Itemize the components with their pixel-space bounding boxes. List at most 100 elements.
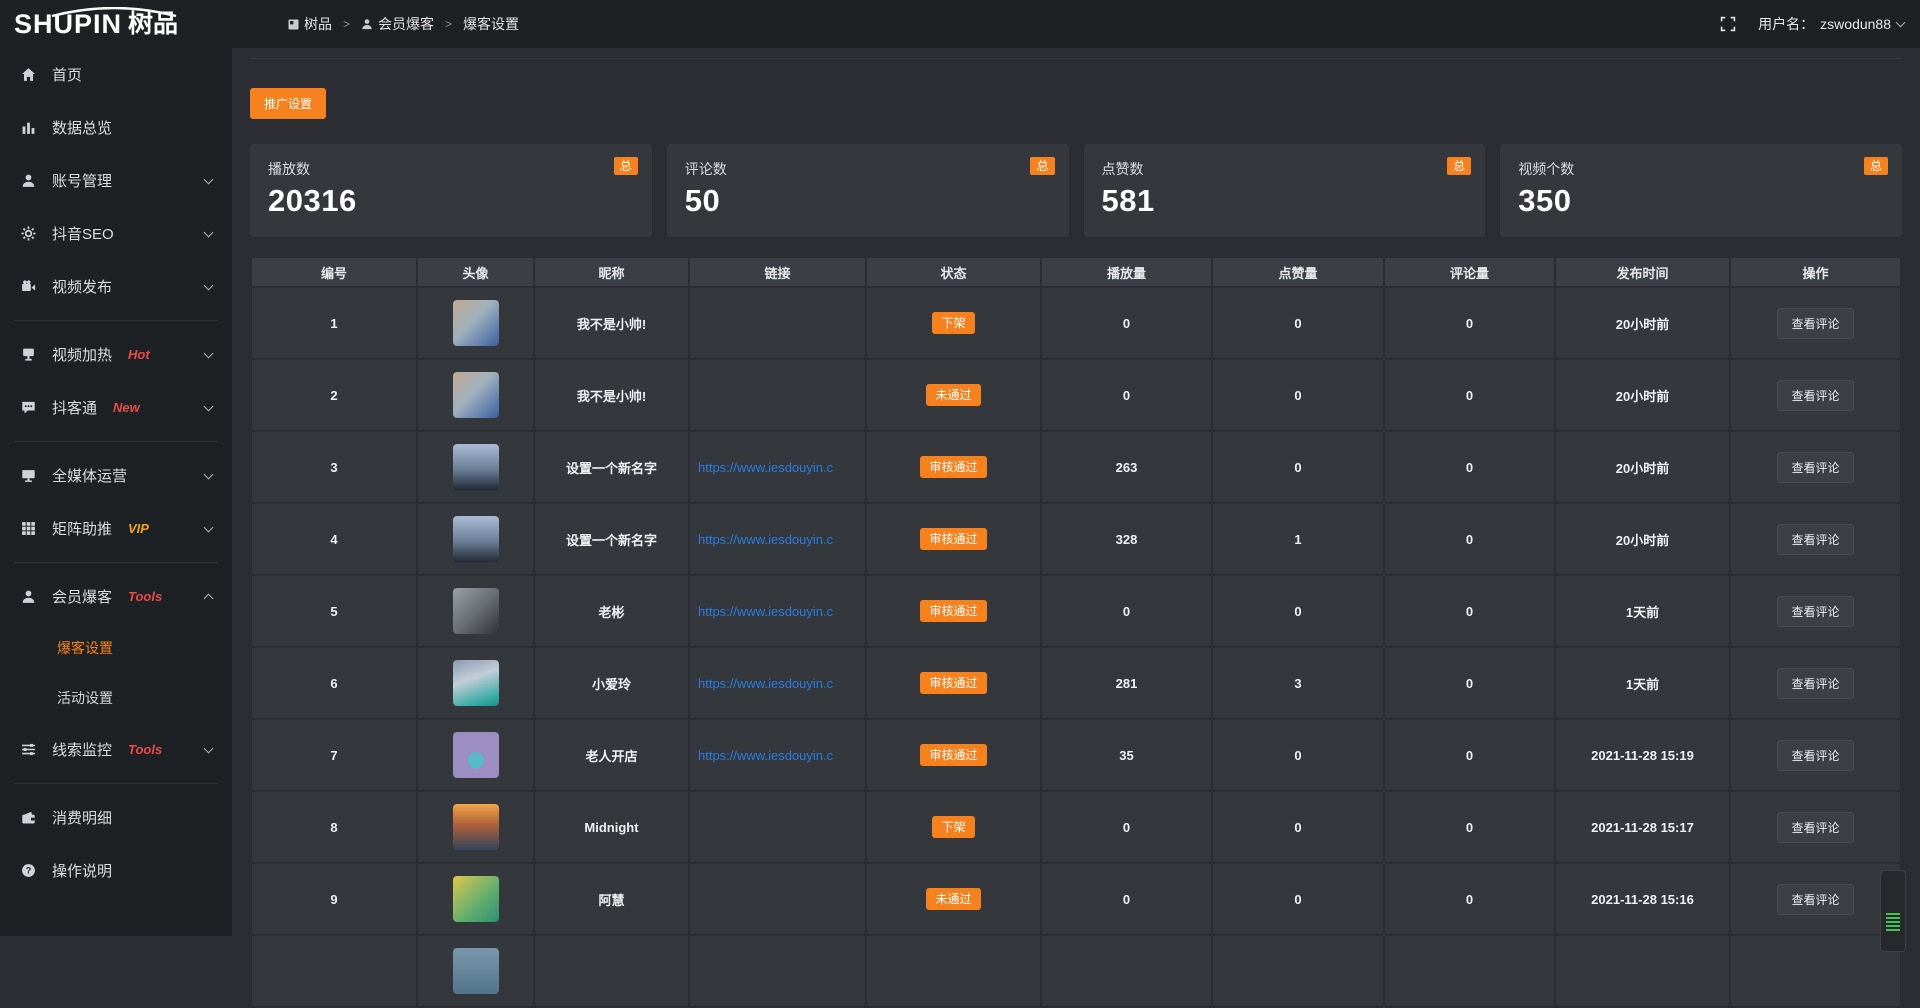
new-badge: New: [113, 400, 140, 415]
stat-card-likes: 点赞数 总 581: [1084, 144, 1486, 237]
sidebar-item-consumption-detail[interactable]: 消费明细: [0, 791, 232, 844]
avatar: [453, 372, 499, 418]
content-divider: [250, 58, 1902, 59]
sidebar-item-home[interactable]: 首页: [0, 48, 232, 101]
col-header-plays: 播放量: [1041, 257, 1212, 287]
avatar: [453, 660, 499, 706]
total-badge: 总: [1030, 157, 1054, 175]
sidebar-divider: [14, 783, 218, 784]
sliders-icon: [20, 742, 37, 757]
col-header-nickname: 昵称: [534, 257, 689, 287]
link-cell[interactable]: https://www.iesdouyin.c: [689, 575, 866, 647]
stat-card-comments: 评论数 总 50: [667, 144, 1069, 237]
view-comments-button[interactable]: 查看评论: [1777, 308, 1853, 339]
sidebar-item-douyin-seo[interactable]: 抖音SEO: [0, 207, 232, 260]
avatar: [453, 444, 499, 490]
link-cell[interactable]: [689, 287, 866, 359]
chevron-down-icon: [204, 401, 214, 411]
chevron-down-icon: [204, 522, 214, 532]
view-comments-button[interactable]: 查看评论: [1777, 452, 1853, 483]
status-badge: 审核通过: [920, 744, 986, 766]
sidebar-subitem-activity-settings[interactable]: 活动设置: [0, 673, 232, 723]
sidebar-divider: [14, 320, 218, 321]
nickname-cell: 小爱玲: [534, 647, 689, 719]
username-label: 用户名：: [1758, 14, 1814, 34]
monitor-icon: [20, 468, 37, 483]
sidebar-item-account[interactable]: 账号管理: [0, 154, 232, 207]
table-row: 6 小爱玲 https://www.iesdouyin.c 审核通过 281 3…: [251, 647, 1901, 719]
view-comments-button[interactable]: 查看评论: [1777, 668, 1853, 699]
view-comments-button[interactable]: 查看评论: [1777, 524, 1853, 555]
chevron-down-icon: [204, 280, 214, 290]
user-icon: [20, 173, 37, 188]
view-comments-button[interactable]: 查看评论: [1777, 740, 1853, 771]
status-badge: 审核通过: [920, 528, 986, 550]
link-cell[interactable]: https://www.iesdouyin.c: [689, 431, 866, 503]
status-badge: 审核通过: [920, 456, 986, 478]
col-header-action: 操作: [1730, 257, 1901, 287]
sidebar-item-video-publish[interactable]: 视频发布: [0, 260, 232, 313]
main-content: 推广设置 播放数 总 20316 评论数 总 50 点赞数 总 581 视频个数…: [232, 48, 1920, 936]
sidebar-item-douketong[interactable]: 抖客通 New: [0, 381, 232, 434]
breadcrumb-separator: >: [445, 17, 452, 31]
stat-cards: 播放数 总 20316 评论数 总 50 点赞数 总 581 视频个数 总 35…: [250, 144, 1902, 237]
user-menu[interactable]: 用户名： zswodun88: [1758, 14, 1904, 34]
view-comments-button[interactable]: 查看评论: [1777, 380, 1853, 411]
sidebar-item-matrix-boost[interactable]: 矩阵助推 VIP: [0, 502, 232, 555]
breadcrumb-item-shupin[interactable]: 树品: [288, 14, 332, 34]
sidebar-item-help[interactable]: ? 操作说明: [0, 844, 232, 897]
chevron-down-icon: [204, 227, 214, 237]
breadcrumb-item-member[interactable]: 会员爆客: [361, 14, 434, 34]
video-table: 编号 头像 昵称 链接 状态 播放量 点赞量 评论量 发布时间 操作 1 我不是…: [250, 256, 1902, 1008]
avatar: [453, 948, 499, 994]
username: zswodun88: [1820, 16, 1891, 32]
grid-icon: [20, 521, 37, 536]
link-cell[interactable]: https://www.iesdouyin.c: [689, 719, 866, 791]
status-badge: 未通过: [926, 384, 980, 406]
app-logo[interactable]: SHUPIN 树品: [0, 11, 232, 38]
tools-badge: Tools: [128, 742, 162, 757]
sidebar-item-video-heat[interactable]: 视频加热 Hot: [0, 328, 232, 381]
link-cell[interactable]: [689, 791, 866, 863]
table-header-row: 编号 头像 昵称 链接 状态 播放量 点赞量 评论量 发布时间 操作: [251, 257, 1901, 287]
stat-card-plays: 播放数 总 20316: [250, 144, 652, 237]
sidebar-item-all-media[interactable]: 全媒体运营: [0, 449, 232, 502]
avatar: [453, 732, 499, 778]
link-cell[interactable]: [689, 863, 866, 935]
col-header-likes: 点赞量: [1212, 257, 1384, 287]
link-cell[interactable]: https://www.iesdouyin.c: [689, 647, 866, 719]
home-icon: [20, 67, 37, 82]
col-header-number: 编号: [251, 257, 417, 287]
breadcrumb-item-current: 爆客设置: [463, 14, 519, 34]
view-comments-button[interactable]: 查看评论: [1777, 884, 1853, 915]
status-badge: 审核通过: [920, 600, 986, 622]
fullscreen-icon[interactable]: [1720, 16, 1736, 32]
tools-badge: Tools: [128, 589, 162, 604]
link-cell[interactable]: https://www.iesdouyin.c: [689, 503, 866, 575]
sidebar-subitem-baoke-settings[interactable]: 爆客设置: [0, 623, 232, 673]
table-row: 2 我不是小帅! 未通过 0 0 0 20小时前 查看评论: [251, 359, 1901, 431]
view-comments-button[interactable]: 查看评论: [1777, 596, 1853, 627]
col-header-comments: 评论量: [1384, 257, 1555, 287]
avatar: [453, 516, 499, 562]
sidebar-item-member-baoke[interactable]: 会员爆客 Tools: [0, 570, 232, 623]
dashboard-icon: [288, 19, 299, 30]
wallet-icon: [20, 810, 37, 825]
col-header-status: 状态: [866, 257, 1041, 287]
nickname-cell: 我不是小帅!: [534, 359, 689, 431]
sidebar-item-clue-monitor[interactable]: 线索监控 Tools: [0, 723, 232, 776]
table-row: 7 老人开店 https://www.iesdouyin.c 审核通过 35 0…: [251, 719, 1901, 791]
total-badge: 总: [1447, 157, 1471, 175]
promo-settings-button[interactable]: 推广设置: [250, 88, 326, 119]
vip-badge: VIP: [128, 521, 149, 536]
screen-heat-icon: [20, 347, 37, 362]
sidebar: 首页 数据总览 账号管理 抖音SEO 视频发布 视频加热 Hot 抖客通 New…: [0, 48, 232, 936]
status-badge: 下架: [932, 816, 974, 838]
user-icon: [20, 589, 37, 604]
table-row-partial: [251, 935, 1901, 1007]
sidebar-item-data-overview[interactable]: 数据总览: [0, 101, 232, 154]
link-cell[interactable]: [689, 359, 866, 431]
svg-text:?: ?: [26, 866, 32, 876]
status-badge: 审核通过: [920, 672, 986, 694]
view-comments-button[interactable]: 查看评论: [1777, 812, 1853, 843]
